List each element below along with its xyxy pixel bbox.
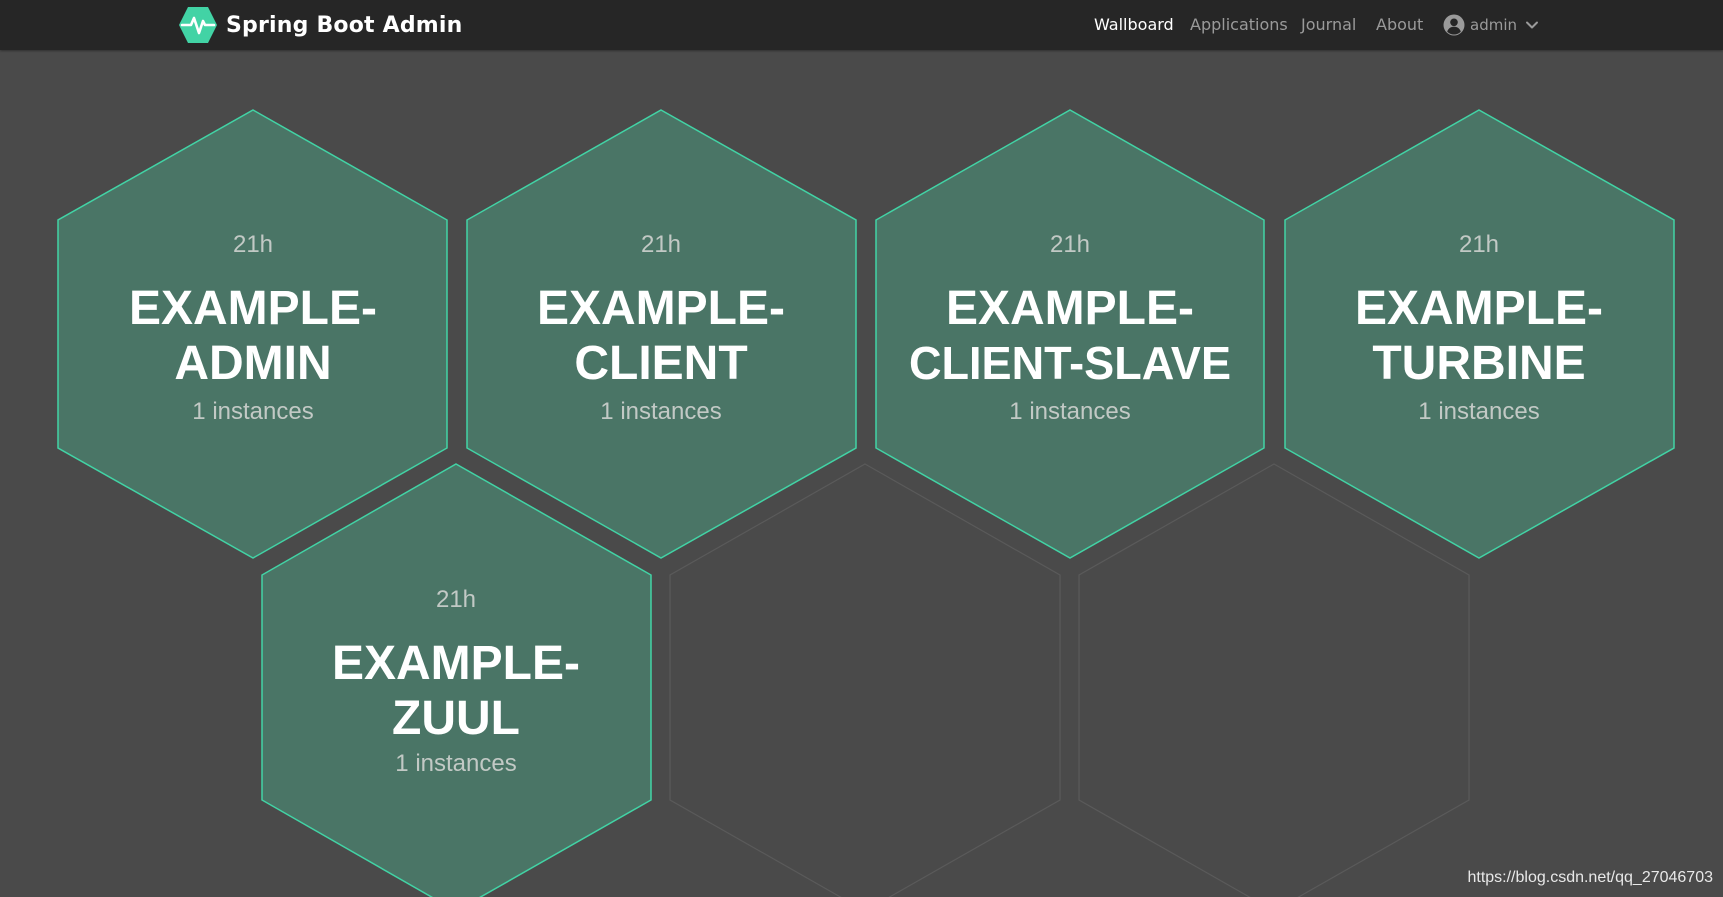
application-hex-example-admin[interactable]: 21h EXAMPLE- ADMIN 1 instances: [57, 109, 448, 559]
nav-journal[interactable]: Journal: [1301, 15, 1356, 34]
user-circle-icon: [1443, 14, 1465, 36]
application-hex-example-turbine[interactable]: 21h EXAMPLE- TURBINE 1 instances: [1284, 109, 1675, 559]
hex-shape: [261, 463, 652, 897]
app-title: Spring Boot Admin: [226, 12, 463, 38]
hex-shape: [466, 109, 857, 559]
hex-shape: [57, 109, 448, 559]
nav-applications[interactable]: Applications: [1190, 15, 1288, 34]
spring-boot-admin-logo-icon: [179, 7, 217, 43]
wallboard-grid: 21h EXAMPLE- ADMIN 1 instances 21h EXAMP…: [57, 109, 1675, 897]
hex-shape: [875, 109, 1265, 559]
user-menu[interactable]: admin: [1443, 12, 1539, 38]
nav-about[interactable]: About: [1376, 15, 1423, 34]
application-hex-example-client[interactable]: 21h EXAMPLE- CLIENT 1 instances: [466, 109, 857, 559]
brand-home-link[interactable]: Spring Boot Admin: [178, 6, 463, 44]
hex-shape: [1284, 109, 1675, 559]
nav-wallboard[interactable]: Wallboard: [1094, 15, 1174, 34]
empty-hex-slot: [669, 463, 1061, 897]
empty-hex-slot: [1078, 463, 1470, 897]
user-name: admin: [1470, 16, 1517, 34]
top-navbar: Spring Boot Admin Wallboard Applications…: [0, 0, 1723, 50]
chevron-down-icon: [1526, 21, 1538, 29]
application-hex-example-zuul[interactable]: 21h EXAMPLE- ZUUL 1 instances: [261, 463, 652, 897]
application-hex-example-client-slave[interactable]: 21h EXAMPLE- CLIENT-SLAVE 1 instances: [875, 109, 1265, 559]
watermark-text: https://blog.csdn.net/qq_27046703: [1467, 869, 1713, 886]
